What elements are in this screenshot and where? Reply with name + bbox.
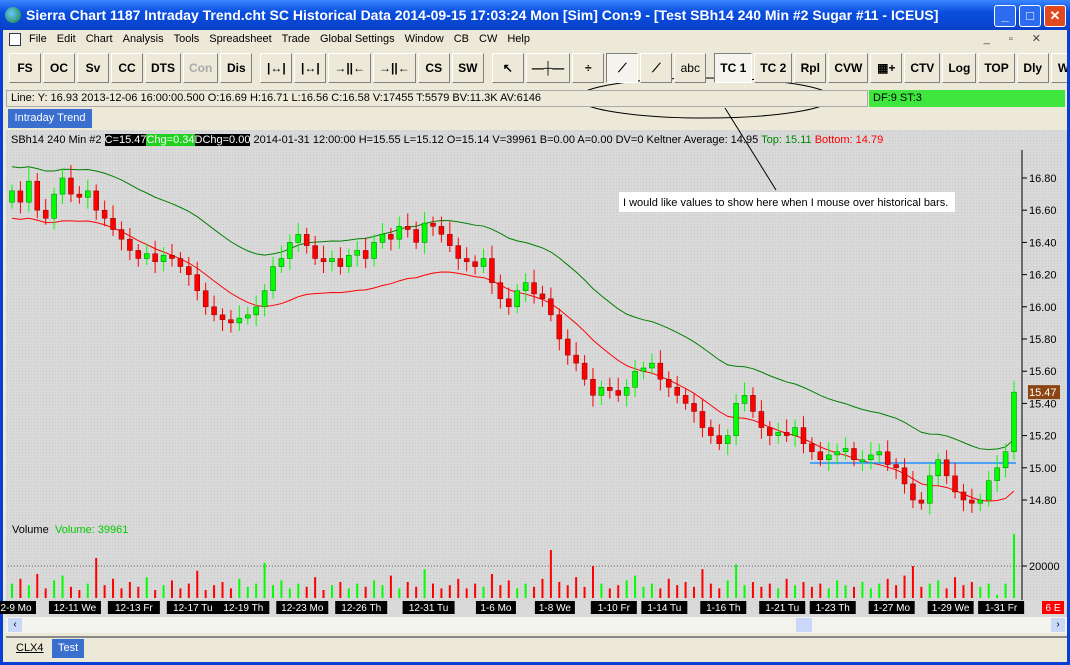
toolbar-button-4[interactable]: DTS [145, 53, 181, 83]
toolbar-button-11[interactable]: CS [417, 53, 450, 83]
toolbar-button-22[interactable]: CVW [828, 53, 869, 83]
menu-window[interactable]: Window [405, 33, 444, 45]
menu-file[interactable]: File [29, 33, 47, 45]
menu-trade[interactable]: Trade [282, 33, 310, 45]
toolbar-button-9[interactable]: →||← [328, 53, 372, 83]
keltner-bottom: Bottom: 14.79 [814, 134, 884, 146]
toolbar-button-19[interactable]: TC 1 [714, 53, 753, 83]
tab-intraday-trend[interactable]: Intraday Trend [8, 109, 92, 128]
window-title: Sierra Chart 1187 Intraday Trend.cht SC … [26, 7, 939, 23]
menu-analysis[interactable]: Analysis [123, 33, 164, 45]
toolbar-button-27[interactable]: Dly [1016, 53, 1049, 83]
toolbar-button-20[interactable]: TC 2 [754, 53, 793, 83]
toolbar-button-17[interactable]: ⟋ [640, 53, 673, 83]
toolbar-button-6[interactable]: Dis [220, 53, 253, 83]
toolbar-button-2[interactable]: Sv [77, 53, 109, 83]
close-value: C=15.47 [104, 134, 147, 146]
bar-info: 2014-01-31 12:00:00 H=15.55 L=15.12 O=15… [253, 134, 759, 146]
menu-edit[interactable]: Edit [57, 33, 76, 45]
scroll-left-button[interactable]: ‹ [8, 618, 22, 632]
change-value: Chg=0.34 [146, 134, 195, 146]
chartbook-tabs: CLX4 Test [6, 636, 1067, 658]
chart-header: SBh14 240 Min #2 C=15.47Chg=0.34DChg=0.0… [11, 133, 883, 147]
toolbar-button-23[interactable]: ▦+ [870, 53, 903, 83]
tab-clx4[interactable]: CLX4 [10, 639, 50, 658]
scroll-thumb[interactable] [796, 618, 812, 632]
menu-bar: File Edit Chart Analysis Tools Spreadsheet Tra… [3, 30, 1067, 48]
menu-global-settings[interactable]: Global Settings [320, 33, 395, 45]
menu-cw[interactable]: CW [479, 33, 497, 45]
toolbar-button-3[interactable]: CC [111, 53, 143, 83]
horizontal-scrollbar[interactable]: ‹ › [6, 617, 1067, 633]
toolbar-button-26[interactable]: TOP [978, 53, 1015, 83]
minimize-button[interactable]: _ [994, 5, 1016, 27]
toolbar-button-7[interactable]: |↔| [260, 53, 293, 83]
keltner-top: Top: 15.11 [761, 134, 812, 146]
maximize-button[interactable]: □ [1019, 5, 1041, 27]
toolbar-button-0[interactable]: FS [9, 53, 41, 83]
cursor-values-line: Line: Y: 16.93 2013-12-06 16:00:00.500 O… [6, 90, 868, 107]
toolbar-button-12[interactable]: SW [451, 53, 484, 83]
menu-spreadsheet[interactable]: Spreadsheet [209, 33, 271, 45]
document-icon[interactable] [9, 33, 21, 46]
toolbar-button-14[interactable]: —┼— [525, 53, 571, 83]
scroll-right-button[interactable]: › [1051, 618, 1065, 632]
toolbar-button-10[interactable]: →||← [373, 53, 416, 83]
toolbar-button-15[interactable]: ÷ [572, 53, 605, 83]
toolbar-button-28[interactable]: We [1050, 53, 1067, 83]
toolbar-button-24[interactable]: CTV [904, 53, 941, 83]
tab-test[interactable]: Test [52, 639, 85, 658]
dchange-value: DChg=0.00 [194, 134, 251, 146]
toolbar-button-18[interactable]: abc [674, 53, 707, 83]
toolbar: FS OC Sv CC DTS Con Dis |↔| |↔| →||← →||← CS SW ↖ —┼— ÷… [3, 50, 1067, 86]
chart-area[interactable] [6, 130, 1067, 630]
toolbar-button-1[interactable]: OC [43, 53, 75, 83]
main-window: File Edit Chart Analysis Tools Spreadsheet Tra… [3, 30, 1067, 662]
toolbar-button-13[interactable]: ↖ [491, 53, 524, 83]
app-globe-icon [5, 7, 21, 23]
df-status: DF:9 ST:3 [869, 90, 1065, 107]
symbol: SBh14 240 Min #2 [11, 134, 102, 146]
toolbar-button-21[interactable]: Rpl [794, 53, 827, 83]
menu-cb[interactable]: CB [454, 33, 469, 45]
toolbar-button-25[interactable]: Log [942, 53, 977, 83]
menu-chart[interactable]: Chart [86, 33, 113, 45]
menu-help[interactable]: Help [507, 33, 530, 45]
title-bar: Sierra Chart 1187 Intraday Trend.cht SC … [0, 0, 1070, 30]
toolbar-button-16[interactable]: ⟋ [606, 53, 639, 83]
mdi-controls[interactable]: _ ▫ ✕ [984, 32, 1049, 45]
menu-tools[interactable]: Tools [174, 33, 200, 45]
toolbar-button-5[interactable]: Con [183, 53, 219, 83]
toolbar-button-8[interactable]: |↔| [294, 53, 327, 83]
close-button[interactable]: ✕ [1044, 5, 1066, 27]
